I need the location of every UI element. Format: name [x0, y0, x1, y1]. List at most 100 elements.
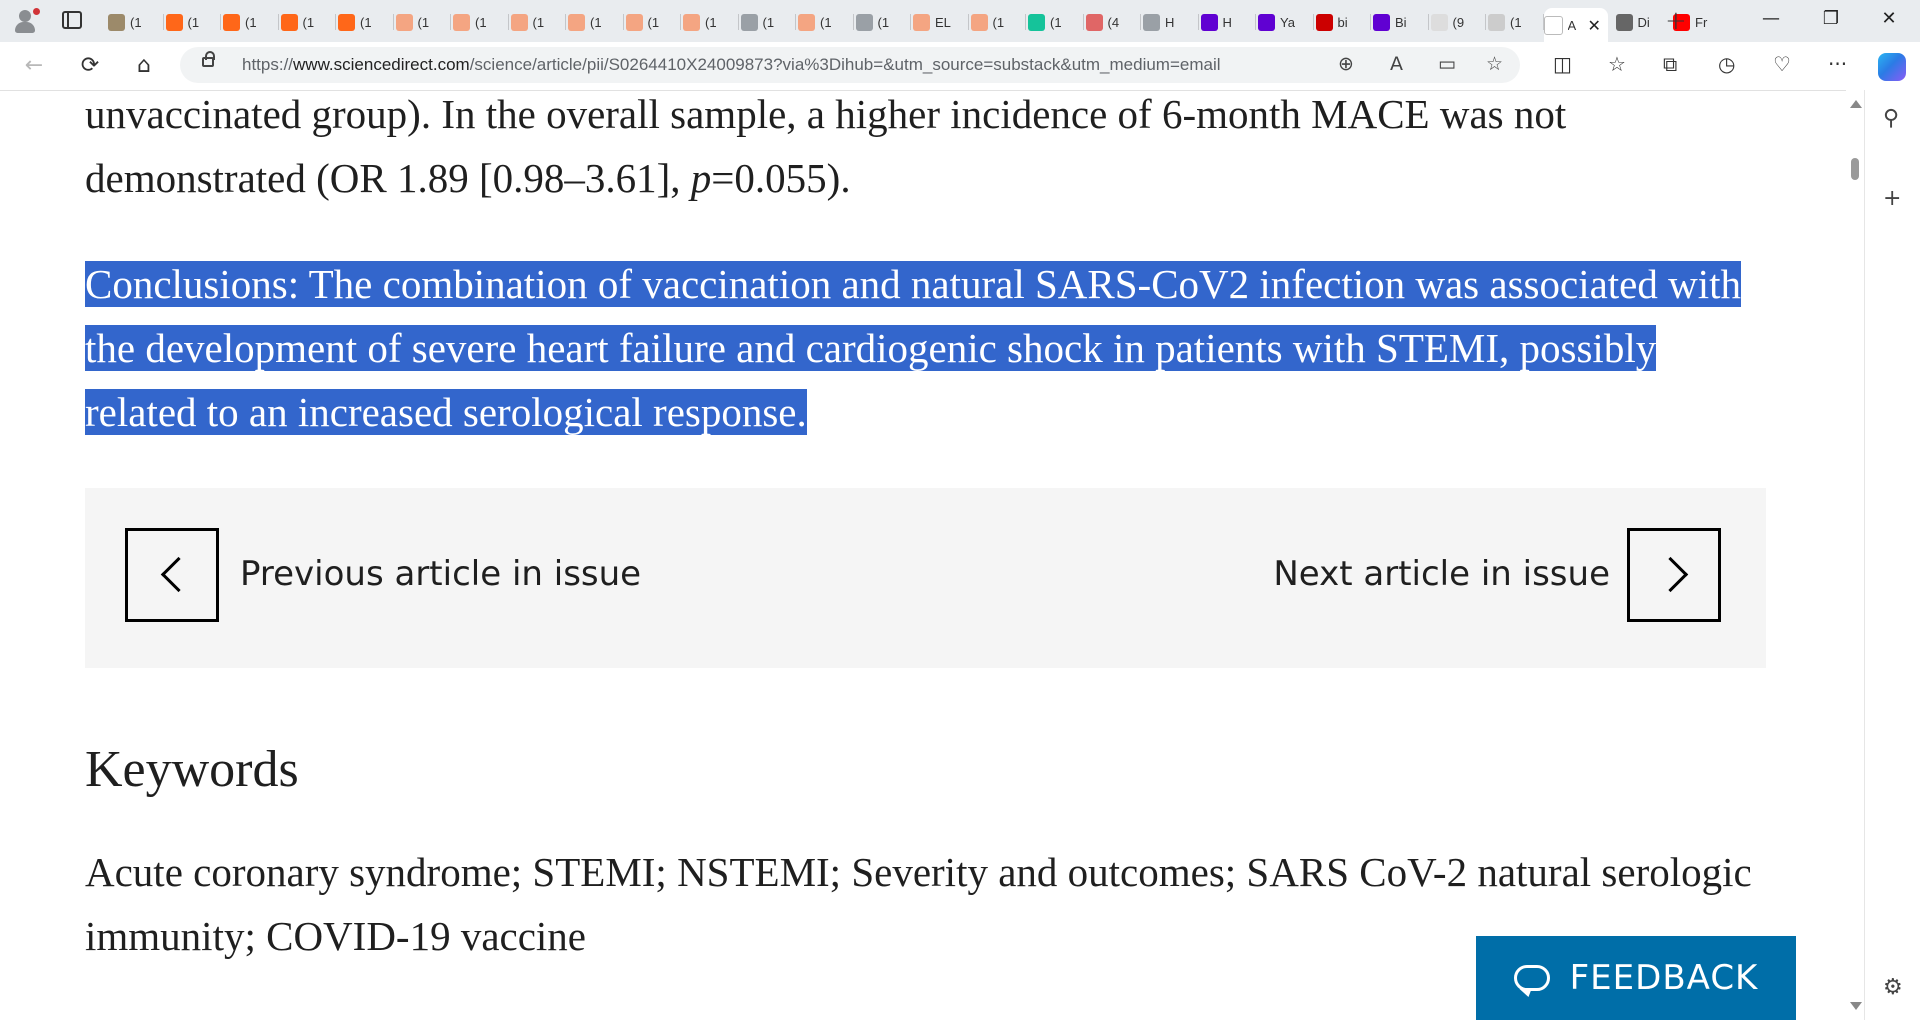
new-tab-button[interactable]: +	[1665, 6, 1687, 36]
substack-favicon-icon	[798, 13, 815, 31]
page-favicon-icon	[740, 13, 758, 31]
avatar-head	[19, 10, 31, 22]
blank-favicon-icon	[1430, 13, 1448, 31]
browser-tab[interactable]: (1	[338, 8, 394, 36]
browser-tab[interactable]: (1	[1488, 8, 1544, 36]
tab-separator	[565, 14, 566, 30]
tab-actions-icon[interactable]	[62, 11, 82, 29]
browser-tab[interactable]: (1	[108, 8, 164, 36]
favorites-icon[interactable]: ☆	[1608, 52, 1626, 76]
tab-separator	[335, 14, 336, 30]
collections-icon[interactable]: ⧉	[1663, 52, 1677, 76]
scroll-down-arrow-icon[interactable]	[1850, 1002, 1862, 1010]
immersive-reader-icon[interactable]: ▭	[1438, 53, 1456, 75]
results-text-end: =0.055).	[711, 155, 851, 201]
conclusions-paragraph[interactable]: Conclusions: The combination of vaccinat…	[85, 252, 1775, 444]
browser-tab[interactable]: bi	[1315, 8, 1372, 36]
browser-health-icon[interactable]: ♡	[1773, 52, 1791, 76]
substack-favicon-icon	[683, 13, 700, 31]
browser-tab[interactable]: (1	[625, 8, 682, 36]
browser-tab[interactable]: (1	[280, 8, 337, 36]
sidebar-search-icon[interactable]: ⚲	[1883, 106, 1899, 131]
tab-separator	[1312, 14, 1314, 30]
browser-tab[interactable]: (1	[453, 8, 509, 36]
browser-tab[interactable]: (1	[165, 8, 222, 36]
tab-title: (1	[532, 14, 545, 30]
scrollbar-thumb[interactable]	[1851, 158, 1859, 180]
url-prefix: https://	[242, 55, 294, 74]
restore-button[interactable]: ❐	[1808, 8, 1854, 29]
browser-tab[interactable]: (1	[855, 8, 912, 36]
browser-tab[interactable]: (4	[1085, 8, 1142, 36]
copilot-icon[interactable]	[1878, 53, 1906, 81]
tab-separator	[1485, 14, 1486, 30]
feedback-button[interactable]: FEEDBACK	[1476, 936, 1796, 1020]
close-tab-icon[interactable]: ✕	[1588, 16, 1601, 35]
home-button[interactable]: ⌂	[130, 52, 158, 80]
browser-tab[interactable]: (1	[798, 8, 854, 36]
tab-title: (1	[187, 14, 200, 30]
tab-separator	[1255, 14, 1256, 30]
back-button[interactable]: ←	[20, 52, 48, 80]
profile-avatar-icon[interactable]	[12, 8, 40, 34]
tab-list: (1 (1 (1 (1 (1 (1 (1 (1 (1 (1 (1 (1 (1 (1 EL (1 (1 (4 H H Ya…	[108, 0, 1707, 42]
grammarly-favicon-icon	[1028, 13, 1045, 31]
page-scrollbar[interactable]	[1846, 90, 1864, 1020]
tab-separator	[737, 14, 739, 30]
browser-tab[interactable]: (1	[683, 8, 739, 36]
read-aloud-icon[interactable]: A	[1390, 53, 1403, 75]
sidebar-settings-icon[interactable]: ⚙	[1883, 975, 1903, 1000]
tab-separator	[450, 14, 451, 30]
more-menu-icon[interactable]: ···	[1828, 52, 1847, 76]
active-tab[interactable]: A ✕	[1543, 8, 1608, 42]
browser-tab[interactable]: (1	[223, 8, 279, 36]
tab-separator	[507, 14, 509, 30]
notification-dot	[33, 8, 40, 15]
browser-tab[interactable]: (1	[568, 8, 624, 36]
lock-icon[interactable]	[202, 51, 215, 67]
browser-tab[interactable]: (1	[510, 8, 567, 36]
substack-favicon-icon	[395, 13, 413, 31]
browser-tab[interactable]: (9	[1430, 8, 1487, 36]
next-article-link[interactable]: Next article in issue	[1273, 554, 1610, 594]
minimize-button[interactable]: —	[1748, 8, 1794, 29]
blank-favicon-icon	[1488, 13, 1505, 31]
browser-tab[interactable]: EL	[913, 8, 969, 36]
avatar-body	[15, 22, 35, 33]
tab-separator	[795, 14, 796, 30]
selected-conclusions-text[interactable]: Conclusions: The combination of vaccinat…	[85, 261, 1742, 435]
add-favorite-icon[interactable]: ☆	[1486, 53, 1503, 75]
browser-tab[interactable]: (1	[970, 8, 1027, 36]
browser-tab[interactable]: Ya	[1258, 8, 1314, 36]
split-screen-icon[interactable]: ◫	[1553, 52, 1572, 76]
close-window-button[interactable]: ✕	[1866, 8, 1912, 29]
substack-favicon-icon	[568, 13, 585, 31]
browser-tab[interactable]: Bi	[1373, 8, 1429, 36]
zoom-icon[interactable]: ⊕	[1338, 53, 1354, 75]
browser-tab[interactable]: (1	[740, 8, 797, 36]
address-bar[interactable]: https://www.sciencedirect.com/science/ar…	[180, 47, 1520, 83]
browser-tab[interactable]: H	[1143, 8, 1199, 36]
browser-tab[interactable]: (1	[1028, 8, 1084, 36]
tab-title: EL	[935, 14, 951, 30]
tab-title: (1	[130, 14, 142, 30]
previous-article-button[interactable]	[125, 528, 219, 622]
sidebar-add-icon[interactable]: +	[1883, 186, 1901, 211]
refresh-button[interactable]: ⟳	[76, 52, 104, 80]
scroll-up-arrow-icon[interactable]	[1850, 100, 1862, 108]
browser-toolbar: ← ⟳ ⌂ https://www.sciencedirect.com/scie…	[0, 42, 1920, 91]
tab-title: (1	[647, 14, 660, 30]
url-text[interactable]: https://www.sciencedirect.com/science/ar…	[242, 55, 1221, 75]
browser-tab[interactable]: (1	[395, 8, 452, 36]
image-favicon-icon	[108, 13, 125, 31]
tab-title: Di	[1637, 14, 1650, 30]
previous-article-link[interactable]: Previous article in issue	[240, 554, 641, 594]
tab-separator	[1427, 14, 1429, 30]
tab-separator	[277, 14, 279, 30]
tab-title: bi	[1337, 14, 1348, 30]
next-article-button[interactable]	[1627, 528, 1721, 622]
tab-title: Fr	[1695, 14, 1708, 30]
history-icon[interactable]: ◷	[1718, 52, 1735, 76]
browser-tab[interactable]: Di	[1615, 8, 1672, 36]
browser-tab[interactable]: H	[1200, 8, 1257, 36]
